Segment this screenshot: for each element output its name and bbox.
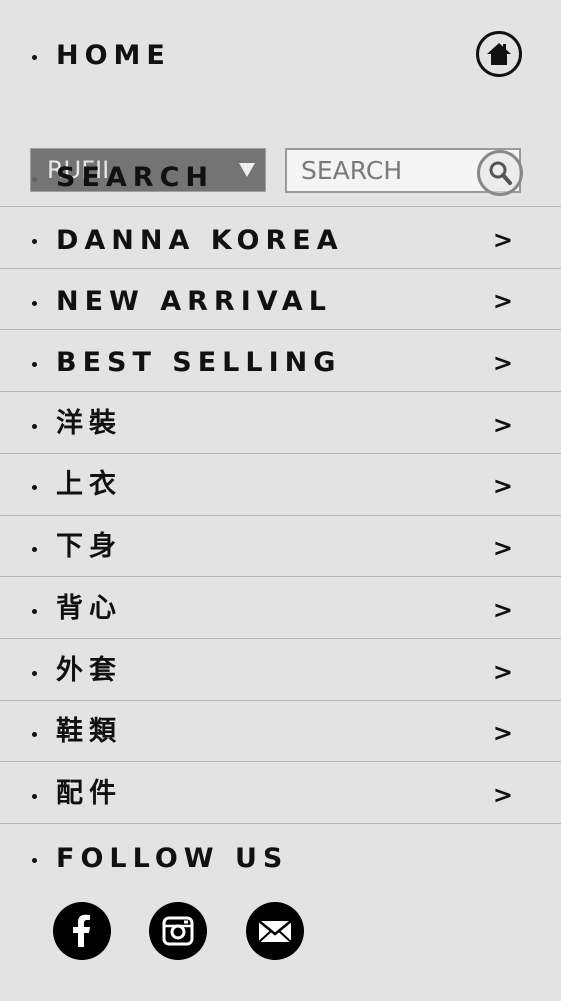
- chevron-right-icon: >: [492, 534, 513, 562]
- chevron-right-icon: >: [492, 472, 513, 500]
- chevron-right-icon: >: [492, 226, 513, 254]
- menu-item-label: 背心: [56, 593, 122, 624]
- bullet: [32, 362, 37, 367]
- menu-item-shoes[interactable]: 鞋類 >: [0, 700, 561, 762]
- menu-item-label: 鞋類: [56, 716, 122, 747]
- chevron-right-icon: >: [492, 781, 513, 809]
- bullet: [32, 858, 37, 863]
- menu-item-tops[interactable]: 上衣 >: [0, 453, 561, 515]
- bullet: [32, 424, 37, 429]
- home-label[interactable]: HOME: [56, 42, 171, 69]
- menu-item-label: 配件: [56, 778, 122, 809]
- menu-item-accessories[interactable]: 配件 >: [0, 761, 561, 823]
- chevron-right-icon: >: [492, 411, 513, 439]
- chevron-right-icon: >: [492, 719, 513, 747]
- follow-label: FOLLOW US: [56, 843, 289, 874]
- bullet: [32, 239, 37, 244]
- chevron-right-icon: >: [492, 658, 513, 686]
- home-button[interactable]: [476, 31, 522, 77]
- menu-item-label: BEST SELLING: [56, 347, 342, 378]
- dropdown-caret-icon: [239, 163, 255, 177]
- home-icon: [487, 43, 511, 65]
- chevron-right-icon: >: [492, 287, 513, 315]
- menu-item-jackets[interactable]: 外套 >: [0, 638, 561, 700]
- chevron-right-icon: >: [492, 349, 513, 377]
- menu-item-label: 下身: [56, 531, 122, 562]
- menu-item-new-arrival[interactable]: NEW ARRIVAL >: [0, 268, 561, 330]
- search-label: SEARCH: [56, 162, 214, 193]
- instagram-button[interactable]: [149, 902, 207, 960]
- menu-item-dresses[interactable]: 洋裝 >: [0, 391, 561, 453]
- menu-item-bottoms[interactable]: 下身 >: [0, 515, 561, 577]
- search-row: RUFII SEARCH: [0, 110, 561, 206]
- bullet: [32, 55, 37, 60]
- bullet: [32, 794, 37, 799]
- bullet: [32, 732, 37, 737]
- email-button[interactable]: [246, 902, 304, 960]
- facebook-icon: [73, 914, 90, 947]
- follow-section: FOLLOW US: [0, 823, 561, 1001]
- bullet: [32, 301, 37, 306]
- email-icon: [258, 920, 292, 943]
- bullet: [32, 485, 37, 490]
- home-row[interactable]: HOME: [0, 0, 561, 110]
- facebook-button[interactable]: [53, 902, 111, 960]
- search-button[interactable]: [477, 150, 523, 196]
- instagram-icon: [162, 916, 194, 946]
- bullet: [32, 609, 37, 614]
- menu-item-danna-korea[interactable]: DANNA KOREA >: [0, 206, 561, 268]
- menu-item-label: NEW ARRIVAL: [56, 286, 332, 317]
- bullet: [32, 547, 37, 552]
- search-icon: [489, 161, 512, 185]
- menu-item-label: 上衣: [56, 469, 122, 500]
- bullet: [32, 671, 37, 676]
- menu-item-label: DANNA KOREA: [56, 225, 344, 256]
- menu-item-label: 洋裝: [56, 408, 122, 439]
- menu-item-best-selling[interactable]: BEST SELLING >: [0, 329, 561, 391]
- menu-item-vests[interactable]: 背心 >: [0, 576, 561, 638]
- chevron-right-icon: >: [492, 596, 513, 624]
- menu-item-label: 外套: [56, 655, 122, 686]
